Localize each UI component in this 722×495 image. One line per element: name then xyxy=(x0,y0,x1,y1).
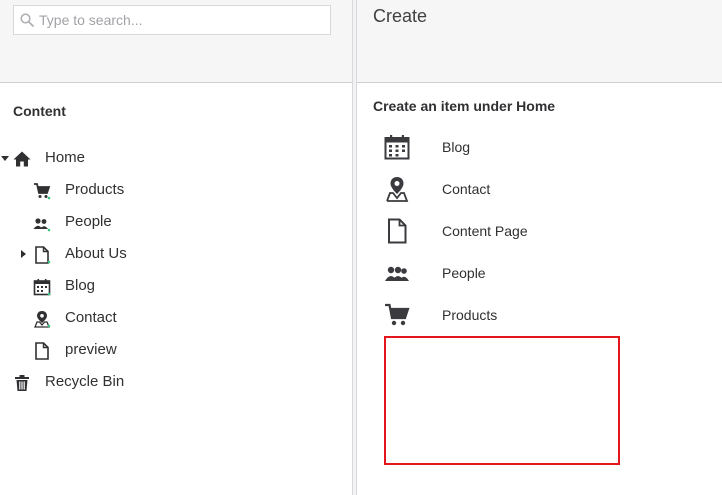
tree-item-products[interactable]: Products xyxy=(0,176,352,204)
tree-item-preview[interactable]: preview xyxy=(0,336,352,364)
document-icon xyxy=(35,342,49,360)
tree-item-blog[interactable]: Blog xyxy=(0,272,352,300)
calendar-icon xyxy=(384,135,410,160)
tree-item-label: preview xyxy=(65,341,117,358)
content-type-people[interactable]: People xyxy=(380,254,620,294)
tree-item-label: Contact xyxy=(65,309,117,326)
trash-icon xyxy=(15,375,29,391)
tree-item-about-us[interactable]: About Us xyxy=(0,240,352,268)
content-type-label: Content Page xyxy=(442,223,528,239)
map-pin-icon xyxy=(34,311,51,328)
search-box[interactable] xyxy=(13,5,331,35)
caret-right-icon[interactable] xyxy=(18,249,28,259)
tree-item-recycle-bin[interactable]: Recycle Bin xyxy=(0,368,352,396)
tree-item-label: Home xyxy=(45,149,86,166)
tree-item-people[interactable]: People xyxy=(0,208,352,236)
content-tree-panel: Content Home Products People xyxy=(0,0,352,495)
tree-item-label: About Us xyxy=(65,245,127,262)
caret-down-icon[interactable] xyxy=(0,153,10,163)
create-dialog-heading: Create an item under Home xyxy=(373,98,556,114)
content-type-label: Blog xyxy=(442,139,471,155)
content-type-contact[interactable]: Contact xyxy=(380,170,620,210)
content-type-products[interactable]: Products xyxy=(380,296,620,336)
shopping-cart-icon xyxy=(34,183,51,200)
search-icon xyxy=(20,13,34,27)
document-icon xyxy=(35,246,51,264)
tree-item-label: People xyxy=(65,213,112,230)
tree-item-label: Recycle Bin xyxy=(45,373,125,390)
content-type-label: Products xyxy=(442,307,498,323)
tree-item-home[interactable]: Home xyxy=(0,144,352,172)
page-title: Create xyxy=(373,6,428,26)
tree-header xyxy=(0,0,352,83)
content-type-content-page[interactable]: Content Page xyxy=(380,212,620,252)
calendar-icon xyxy=(33,279,51,296)
content-type-label: Contact xyxy=(442,181,491,197)
editor-header: Create xyxy=(357,0,722,83)
highlight-annotation-box xyxy=(384,336,620,465)
map-pin-icon xyxy=(386,177,409,202)
search-input[interactable] xyxy=(39,6,324,34)
shopping-cart-icon xyxy=(385,303,410,326)
content-type-blog[interactable]: Blog xyxy=(380,128,620,168)
tree-item-contact[interactable]: Contact xyxy=(0,304,352,332)
home-icon xyxy=(13,151,31,167)
tree-section-title: Content xyxy=(13,103,66,119)
tree-item-label: Products xyxy=(65,181,125,198)
people-icon xyxy=(33,218,51,232)
document-icon xyxy=(388,218,407,244)
tree-item-label: Blog xyxy=(65,277,96,294)
content-type-label: People xyxy=(442,265,486,281)
people-icon xyxy=(385,266,409,281)
